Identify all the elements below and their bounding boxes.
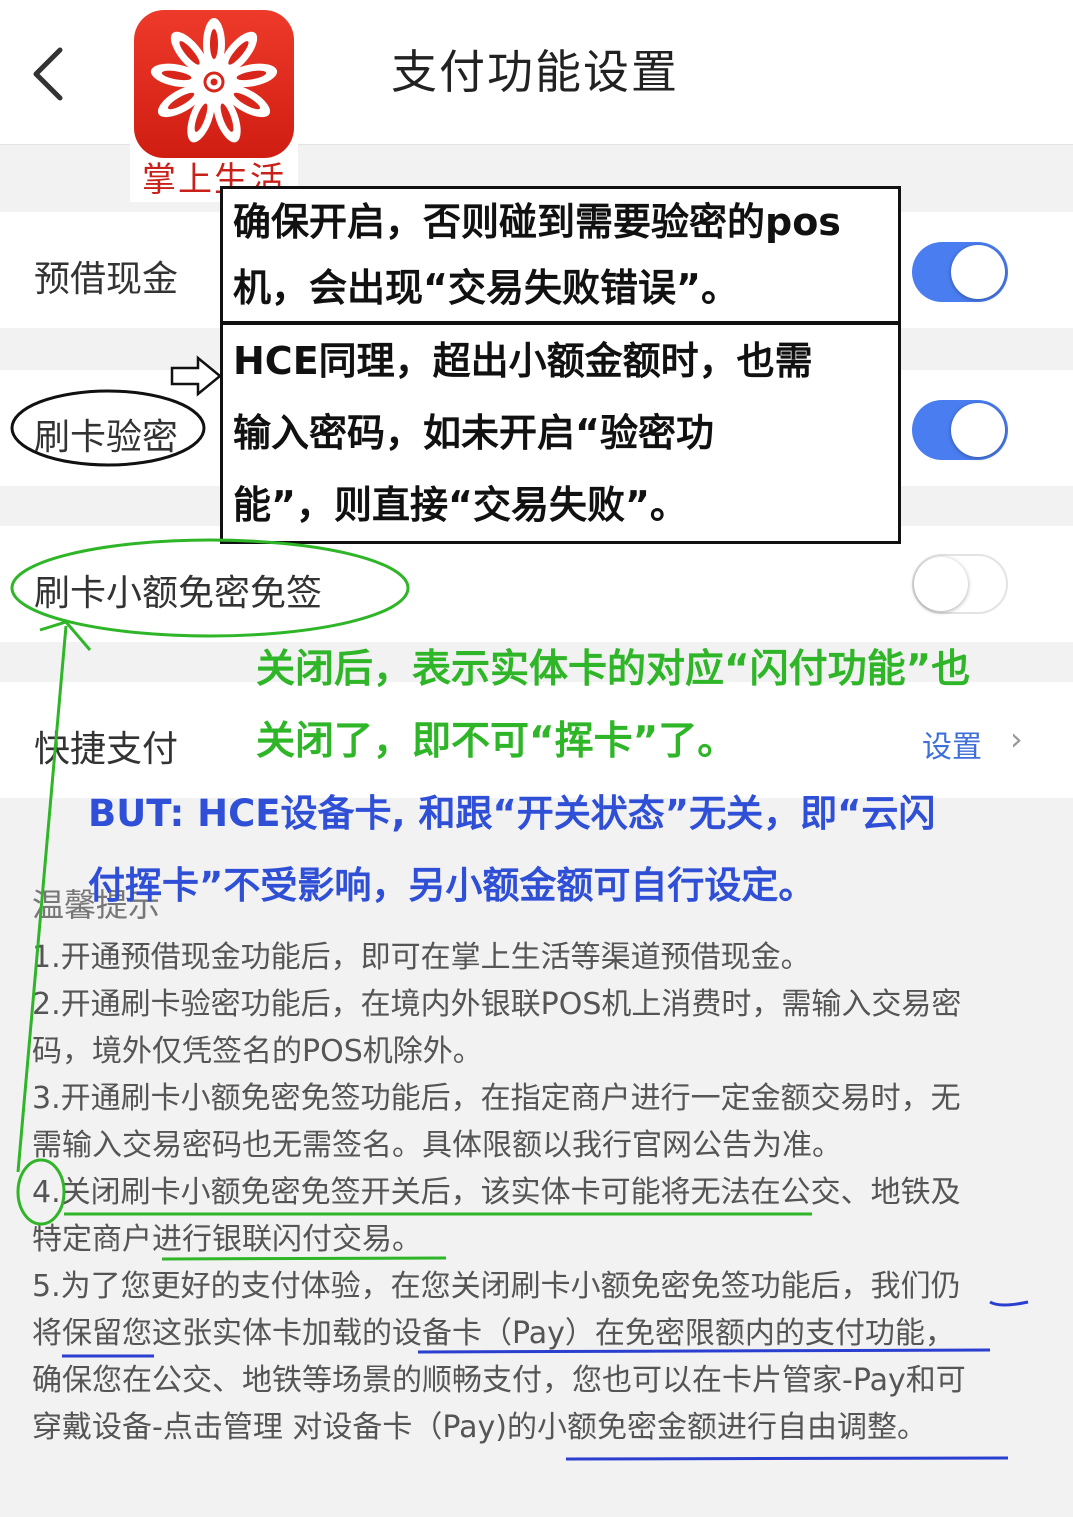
green-arrow-line [16, 625, 68, 1173]
arrow-right-icon [170, 355, 222, 397]
blue-underline [989, 1300, 1029, 1307]
highlight-ellipse-card-pin [10, 389, 206, 467]
annotation-overlay [10, 355, 1029, 1461]
green-underline [161, 1256, 447, 1261]
green-circle-note4 [16, 1158, 66, 1226]
blue-underline [565, 1456, 1009, 1461]
blue-underline [417, 1348, 991, 1354]
highlight-ellipse-small-amount [10, 538, 410, 638]
